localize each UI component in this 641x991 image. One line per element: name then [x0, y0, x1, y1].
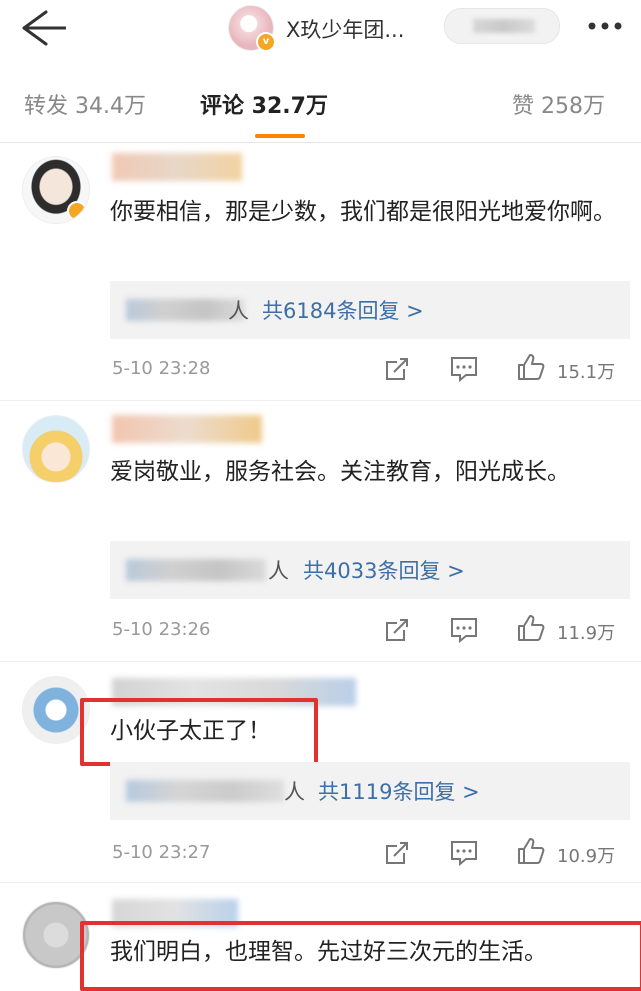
comment-time: 5-10 23:28 [112, 358, 211, 379]
back-arrow-icon[interactable] [10, 6, 66, 50]
verified-badge-icon: v [256, 32, 276, 52]
reply-preview[interactable]: 人 共4033条回复 > [110, 541, 630, 599]
like-thumb-icon[interactable] [516, 352, 546, 382]
comment-text: 爱岗敬业，服务社会。关注教育，阳光成长。 [110, 459, 570, 485]
more-dots-icon[interactable] [576, 8, 636, 44]
reply-names-redacted [126, 780, 284, 802]
commenter-name-redacted[interactable] [112, 153, 242, 181]
reply-count-link[interactable]: 共6184条回复 > [262, 295, 424, 325]
reply-people-label: 人 [284, 780, 305, 804]
poster-avatar[interactable]: v [228, 5, 276, 52]
reply-preview[interactable]: 人 共6184条回复 > [110, 281, 630, 339]
like-thumb-icon[interactable] [516, 613, 546, 643]
highlight-box [80, 698, 318, 766]
share-icon[interactable] [382, 354, 412, 384]
reply-names-redacted [126, 299, 244, 321]
share-icon[interactable] [382, 615, 412, 645]
tab-bar: 转发 34.4万 评论 32.7万 赞 258万 [0, 62, 641, 143]
reply-count-link[interactable]: 共1119条回复 > [318, 776, 480, 806]
comment-icon[interactable] [449, 838, 479, 868]
commenter-name-redacted[interactable] [112, 415, 262, 443]
comment-text: 你要相信，那是少数，我们都是很阳光地爱你啊。 [110, 199, 616, 225]
reply-names-redacted [126, 559, 266, 581]
top-bar: v X玖少年团... [0, 0, 641, 63]
comment-item: 爱岗敬业，服务社会。关注教育，阳光成长。 人 共4033条回复 > 5-10 2… [0, 401, 641, 662]
like-count: 11.9万 [557, 623, 616, 644]
reply-count-link[interactable]: 共4033条回复 > [303, 555, 465, 585]
highlight-box [80, 921, 641, 991]
comment-item: 我们明白，也理智。先过好三次元的生活。 [0, 883, 641, 991]
verified-badge-icon [67, 201, 87, 221]
comment-icon[interactable] [449, 615, 479, 645]
comment-icon[interactable] [449, 354, 479, 384]
tab-reposts[interactable]: 转发 34.4万 [24, 88, 146, 120]
reply-people-label: 人 [268, 559, 289, 583]
share-icon[interactable] [382, 838, 412, 868]
comment-time: 5-10 23:27 [112, 842, 211, 863]
comment-time: 5-10 23:26 [112, 619, 211, 640]
comment-item: 你要相信，那是少数，我们都是很阳光地爱你啊。 人 共6184条回复 > 5-10… [0, 143, 641, 401]
reply-preview[interactable]: 人 共1119条回复 > [110, 762, 630, 820]
comment-item: 小伙子太正了！ 人 共1119条回复 > 5-10 23:27 10.9万 [0, 662, 641, 883]
post-author-title[interactable]: X玖少年团... [286, 14, 404, 44]
reply-people-label: 人 [228, 299, 249, 323]
like-count: 10.9万 [557, 846, 616, 867]
tab-comments[interactable]: 评论 32.7万 [200, 88, 328, 120]
commenter-avatar[interactable] [22, 415, 90, 483]
like-count: 15.1万 [557, 362, 616, 383]
like-thumb-icon[interactable] [516, 836, 546, 866]
commenter-avatar[interactable] [22, 156, 90, 224]
follow-pill[interactable] [444, 8, 560, 44]
active-tab-indicator [255, 134, 305, 138]
tab-likes[interactable]: 赞 258万 [512, 88, 605, 120]
